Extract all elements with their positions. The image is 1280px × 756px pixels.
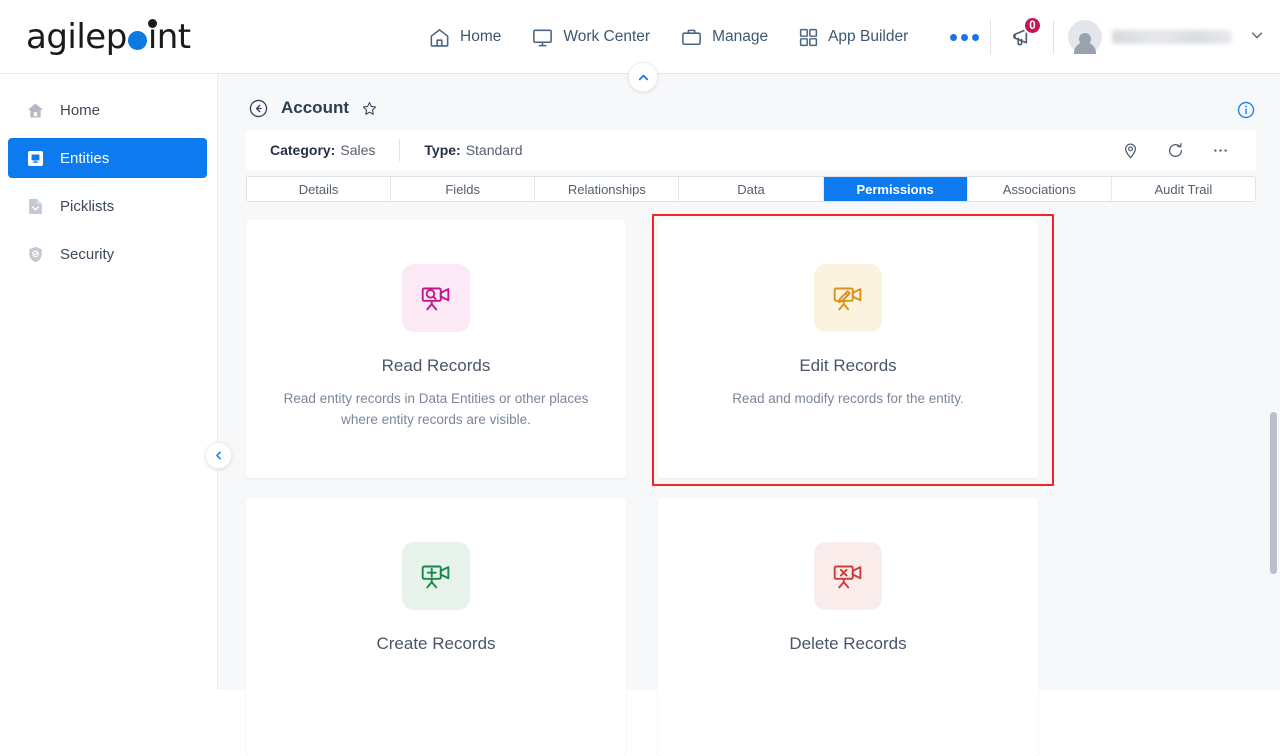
nav-label-app-builder: App Builder: [828, 28, 909, 45]
tab-associations[interactable]: Associations: [967, 177, 1112, 201]
sidebar-item-picklists[interactable]: Picklists: [8, 186, 207, 226]
tab-permissions[interactable]: Permissions: [823, 177, 968, 201]
tab-audit-trail[interactable]: Audit Trail: [1111, 177, 1255, 201]
sidebar-item-security[interactable]: Security: [8, 234, 207, 274]
card-title-edit-records: Edit Records: [799, 356, 897, 375]
entity-meta-bar: Category: Sales Type: Standard: [246, 130, 1256, 170]
meta-category: Category: Sales: [246, 139, 399, 161]
nav-label-work-center: Work Center: [563, 28, 651, 45]
sidebar-label-picklists: Picklists: [60, 197, 115, 215]
sidebar-item-entities[interactable]: Entities: [8, 138, 207, 178]
card-description-edit-records: Read and modify records for the entity.: [732, 391, 964, 406]
page-title: Account: [281, 98, 349, 117]
nav-item-work-center[interactable]: Work Center: [531, 0, 650, 74]
shield-icon: [26, 245, 46, 264]
meta-type: Type: Standard: [400, 139, 546, 161]
page-header: Account: [218, 86, 1280, 130]
nav-item-app-builder[interactable]: App Builder: [798, 0, 908, 74]
camera-pencil-icon: [814, 264, 882, 332]
briefcase-icon: [680, 26, 703, 49]
nav-label-home: Home: [460, 28, 502, 45]
collapse-header-button[interactable]: [628, 62, 658, 92]
user-menu-chevron-down-icon[interactable]: [1248, 26, 1266, 49]
user-avatar[interactable]: [1068, 20, 1102, 54]
refresh-icon[interactable]: [1166, 141, 1185, 160]
agilepoint-logo[interactable]: agilep int: [26, 17, 191, 57]
logo-blue-dot-icon: [127, 31, 147, 50]
card-description-read-records: Read entity records in Data Entities or …: [283, 391, 589, 427]
chevron-up-icon: [638, 74, 648, 80]
sidebar-label-home: Home: [60, 101, 101, 119]
home-icon: [26, 101, 46, 120]
monitor-icon: [531, 26, 554, 49]
camera-x-icon: [814, 542, 882, 610]
entity-icon: [26, 149, 46, 168]
permission-card-create-records[interactable]: Create Records: [246, 498, 626, 756]
primary-navigation: Home Work Center Manage App Builder: [428, 0, 980, 74]
info-icon[interactable]: [1236, 100, 1256, 120]
permission-card-delete-records[interactable]: Delete Records: [658, 498, 1038, 756]
tab-details[interactable]: Details: [247, 177, 392, 201]
top-right-actions: 0: [976, 0, 1266, 74]
meta-type-label: Type:: [424, 142, 461, 158]
tab-relationships[interactable]: Relationships: [535, 177, 680, 201]
nav-label-manage: Manage: [712, 28, 769, 45]
card-title-create-records: Create Records: [376, 634, 496, 653]
nav-item-home[interactable]: Home: [428, 0, 501, 74]
more-ellipsis-icon[interactable]: [1211, 141, 1230, 160]
chevron-left-icon: [216, 451, 221, 460]
card-title-read-records: Read Records: [381, 356, 491, 375]
star-icon[interactable]: [361, 100, 378, 117]
logo-wordmark: agilep int: [26, 17, 191, 57]
nav-item-manage[interactable]: Manage: [680, 0, 768, 74]
back-arrow-icon[interactable]: [248, 98, 269, 119]
logo-i-dot-icon: [148, 19, 157, 28]
meta-category-label: Category:: [270, 142, 336, 158]
card-title-delete-records: Delete Records: [789, 634, 907, 653]
collapse-sidebar-button[interactable]: [205, 442, 232, 469]
content-scrollbar[interactable]: [1270, 262, 1277, 682]
entity-tab-bar: Details Fields Relationships Data Permis…: [246, 176, 1256, 202]
user-avatar-icon: [1068, 20, 1102, 54]
permission-card-edit-records[interactable]: Edit Records Read and modify records for…: [658, 220, 1038, 478]
header-divider-2: [1053, 20, 1054, 54]
header-divider-1: [990, 20, 991, 54]
grid-icon: [798, 27, 819, 48]
logo-text-part1: agilep: [26, 17, 127, 57]
nav-more-ellipsis-icon[interactable]: [950, 33, 980, 41]
sidebar-item-home[interactable]: Home: [8, 90, 207, 130]
meta-action-buttons: [1121, 141, 1256, 160]
permission-cards-grid: Read Records Read entity records in Data…: [246, 214, 1258, 756]
meta-type-value: Standard: [465, 142, 523, 158]
camera-search-icon: [402, 264, 470, 332]
user-name-label: [1112, 30, 1232, 44]
notifications-button[interactable]: 0: [1005, 16, 1042, 54]
tab-data[interactable]: Data: [679, 177, 824, 201]
camera-plus-icon: [402, 542, 470, 610]
scrollbar-thumb[interactable]: [1270, 412, 1277, 574]
main-content-area: Account Category: Sales Type: Standard D…: [205, 62, 1280, 756]
sidebar-label-security: Security: [60, 245, 115, 263]
notification-badge: 0: [1023, 16, 1042, 35]
tab-fields[interactable]: Fields: [391, 177, 536, 201]
sidebar-label-entities: Entities: [60, 149, 110, 167]
meta-category-value: Sales: [340, 142, 376, 158]
left-sidebar: Home Entities Picklists Security: [0, 74, 218, 690]
permission-card-read-records[interactable]: Read Records Read entity records in Data…: [246, 220, 626, 478]
picklist-icon: [26, 197, 46, 216]
location-pin-icon[interactable]: [1121, 141, 1140, 160]
home-icon: [428, 26, 451, 49]
